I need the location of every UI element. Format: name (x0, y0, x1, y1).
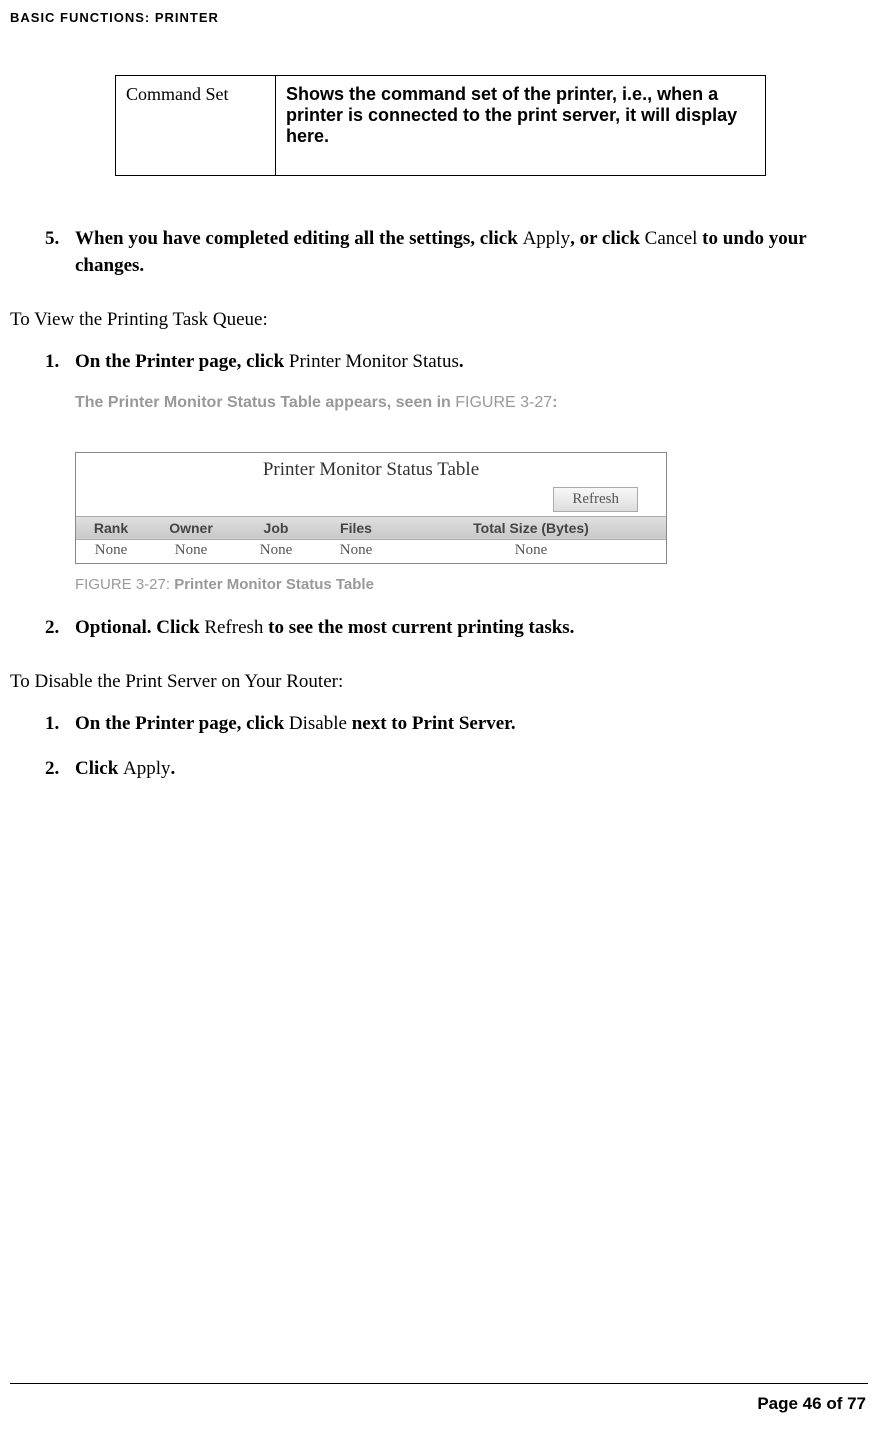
apply-text: Apply (523, 228, 571, 249)
step-number: 2. (45, 615, 75, 642)
refresh-button[interactable]: Refresh (553, 487, 638, 512)
step-body: On the Printer page, click Printer Monit… (75, 349, 868, 376)
command-set-table: Command Set Shows the command set of the… (115, 75, 766, 176)
step-body: On the Printer page, click Disable next … (75, 711, 868, 738)
col-files: Files (316, 516, 396, 539)
step-body: When you have completed editing all the … (75, 226, 868, 279)
col-owner: Owner (146, 516, 236, 539)
link-text: Disable (289, 713, 347, 734)
text: , or click (570, 228, 645, 249)
step-body: Optional. Click Refresh to see the most … (75, 615, 868, 642)
text: On the Printer page, click (75, 351, 289, 372)
link-text: Refresh (204, 617, 263, 638)
text: to see the most current printing tasks. (263, 617, 574, 638)
step-number: 1. (45, 349, 75, 376)
table-row: None None None None None (76, 539, 666, 563)
screenshot-title: Printer Monitor Status Table (76, 453, 666, 485)
step-body: Click Apply. (75, 756, 868, 783)
page-header: BASIC FUNCTIONS: PRINTER (10, 10, 868, 25)
cell-total: None (396, 539, 666, 563)
cell-rank: None (76, 539, 146, 563)
text: Optional. Click (75, 617, 204, 638)
text: On the Printer page, click (75, 713, 289, 734)
colon: : (552, 394, 557, 411)
text: When you have completed editing all the … (75, 228, 523, 249)
cell-job: None (236, 539, 316, 563)
col-job: Job (236, 516, 316, 539)
cmd-label: Command Set (116, 76, 276, 176)
step-number: 5. (45, 226, 75, 279)
text: next to Print Server. (347, 713, 516, 734)
figure-title: Printer Monitor Status Table (174, 576, 374, 593)
table-header-row: Rank Owner Job Files Total Size (Bytes) (76, 516, 666, 539)
status-note: The Printer Monitor Status Table appears… (75, 394, 868, 412)
cmd-description: Shows the command set of the printer, i.… (276, 76, 766, 176)
figure-ref: FIGURE 3-27 (455, 394, 552, 411)
step-number: 1. (45, 711, 75, 738)
figure-caption: FIGURE 3-27: Printer Monitor Status Tabl… (75, 576, 868, 593)
footer-divider (10, 1383, 868, 1384)
note-body: The Printer Monitor Status Table appears… (75, 394, 455, 411)
col-rank: Rank (76, 516, 146, 539)
status-table: Rank Owner Job Files Total Size (Bytes) … (76, 516, 666, 563)
printer-monitor-screenshot: Printer Monitor Status Table Refresh Ran… (75, 452, 667, 564)
text: . (171, 758, 176, 779)
step-5: 5. When you have completed editing all t… (45, 226, 868, 279)
disable-step-2: 2. Click Apply. (45, 756, 868, 783)
figure-label: FIGURE 3-27: (75, 576, 174, 593)
disable-step-1: 1. On the Printer page, click Disable ne… (45, 711, 868, 738)
text: Click (75, 758, 123, 779)
cell-files: None (316, 539, 396, 563)
cell-owner: None (146, 539, 236, 563)
link-text: Apply (123, 758, 171, 779)
page-number: Page 46 of 77 (757, 1394, 866, 1414)
view-step-1: 1. On the Printer page, click Printer Mo… (45, 349, 868, 376)
step-number: 2. (45, 756, 75, 783)
view-step-2: 2. Optional. Click Refresh to see the mo… (45, 615, 868, 642)
col-total: Total Size (Bytes) (396, 516, 666, 539)
text: . (459, 351, 464, 372)
cancel-text: Cancel (645, 228, 698, 249)
link-text: Printer Monitor Status (289, 351, 459, 372)
view-queue-heading: To View the Printing Task Queue: (10, 309, 868, 331)
disable-heading: To Disable the Print Server on Your Rout… (10, 671, 868, 693)
